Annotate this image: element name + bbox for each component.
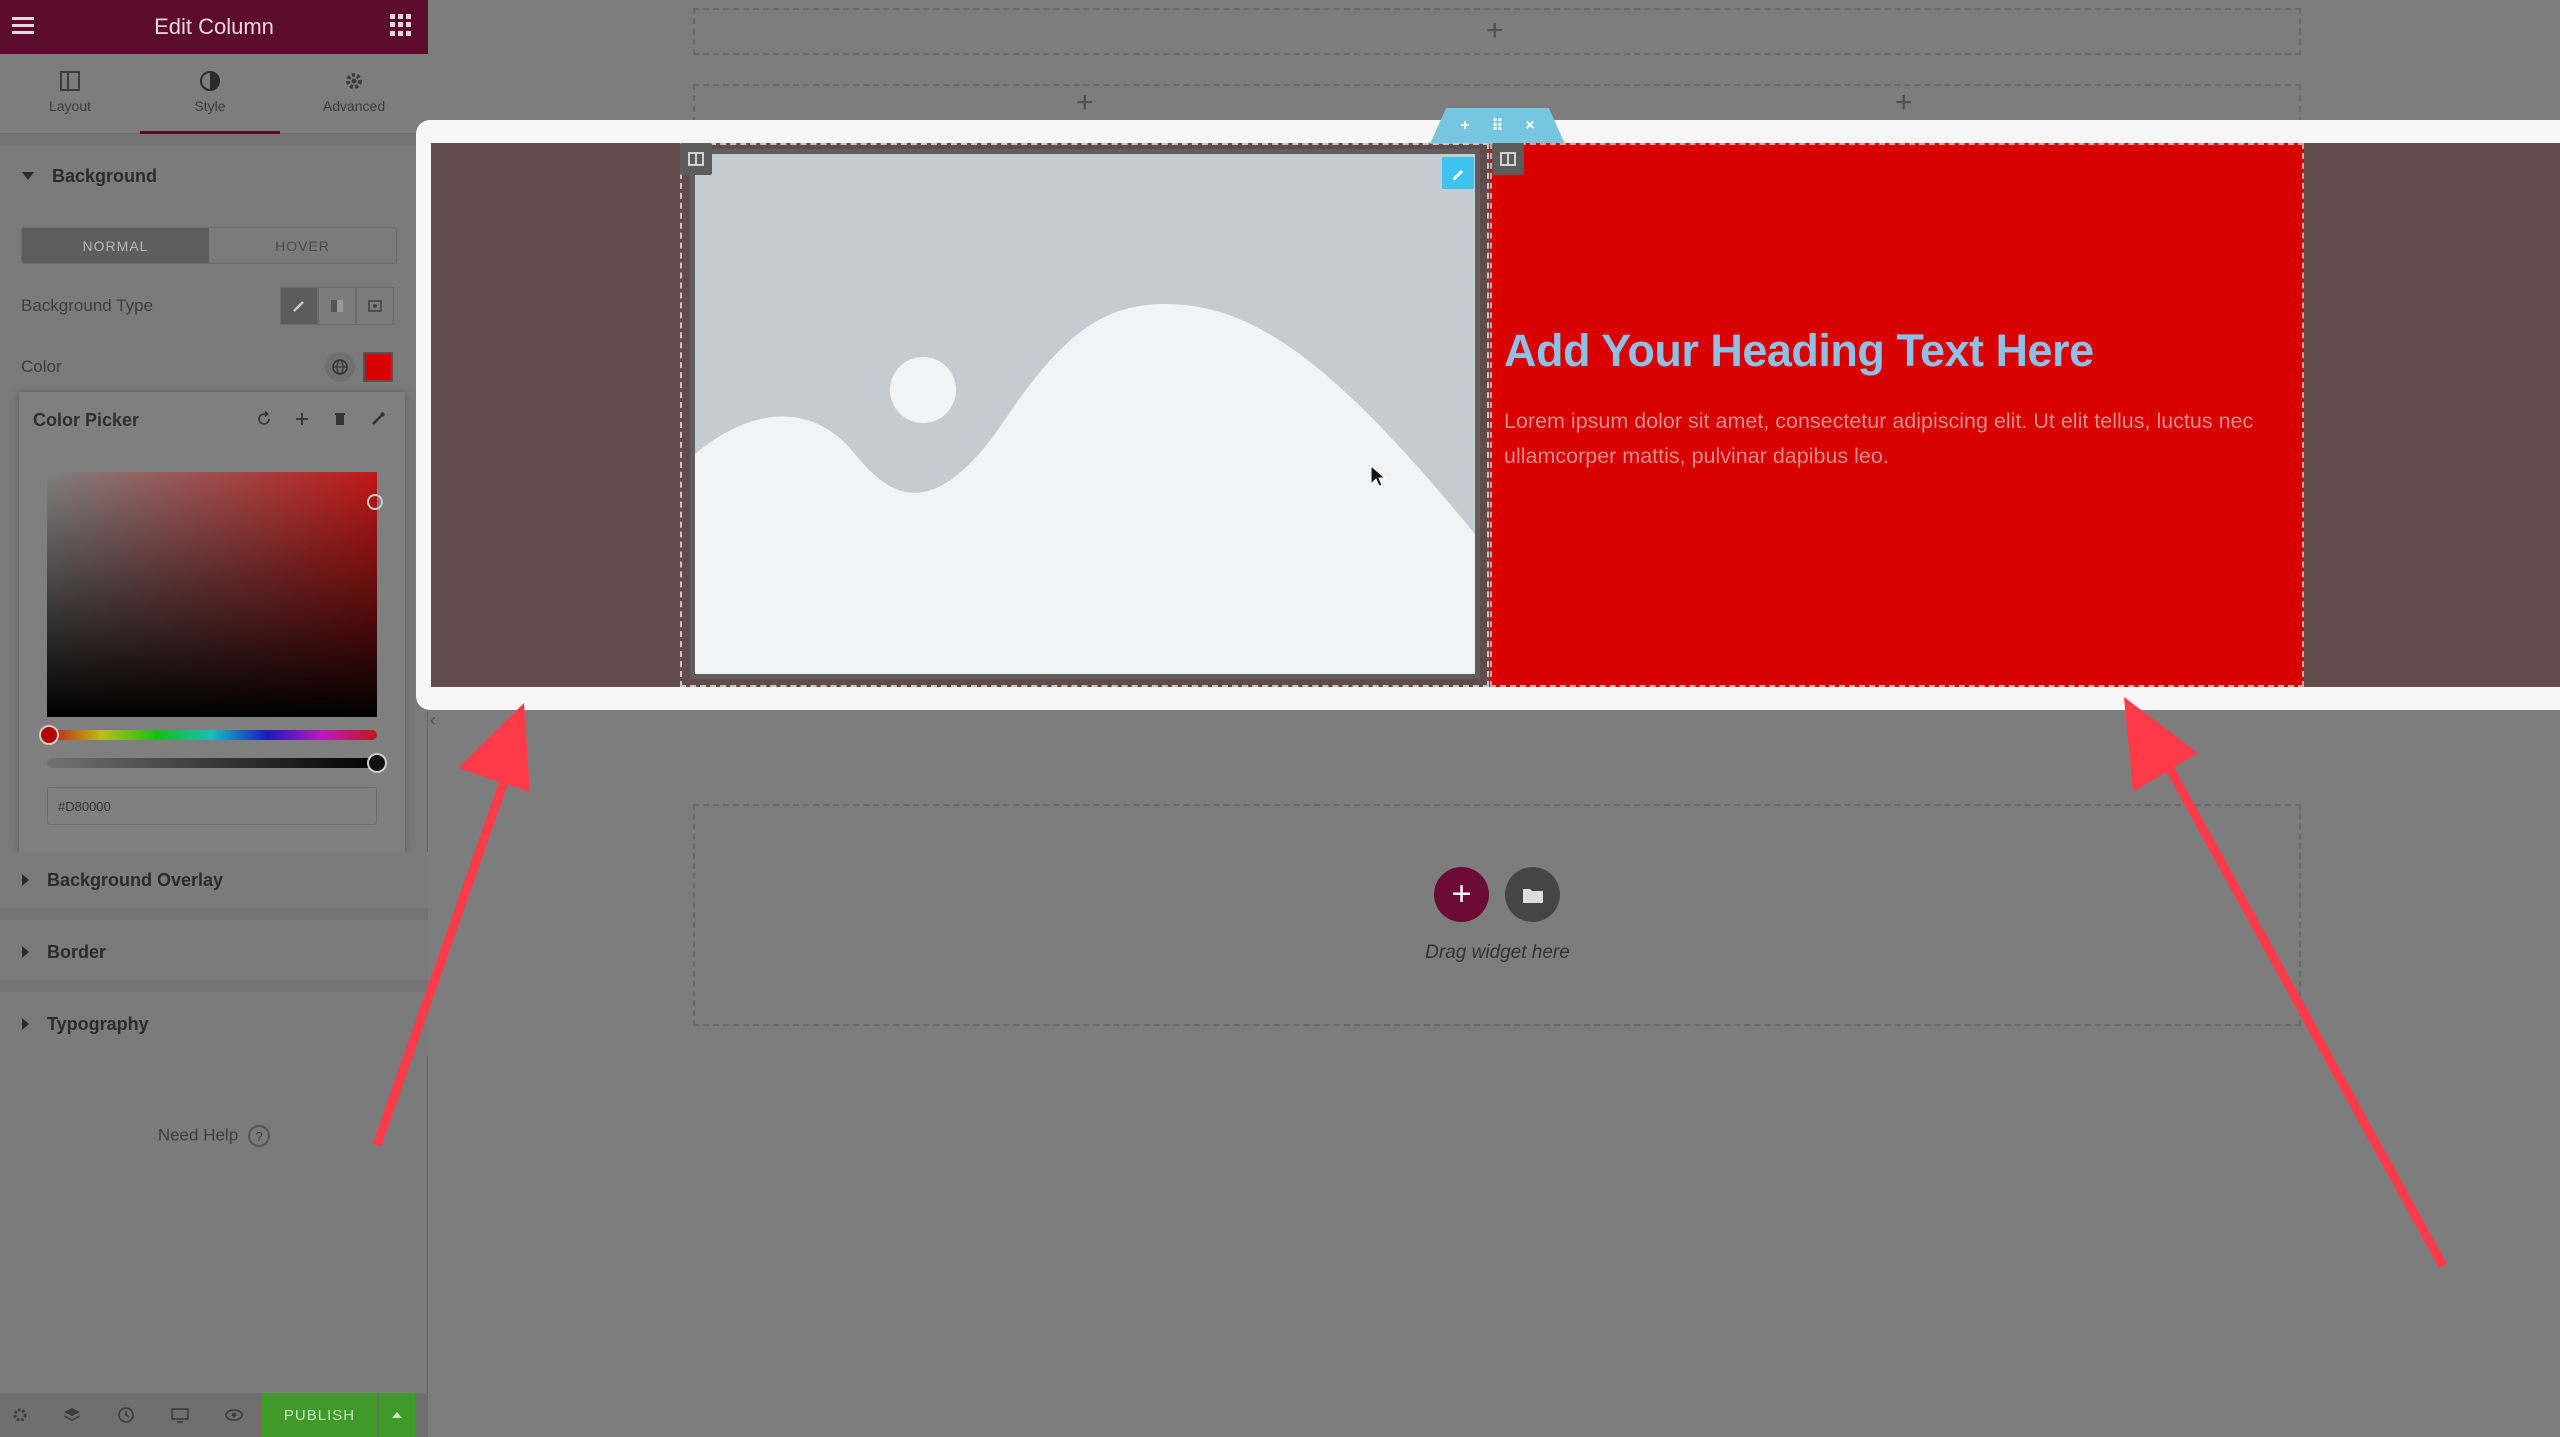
column-handle-right[interactable] [1492, 143, 1524, 175]
image-placeholder[interactable] [690, 149, 1480, 679]
heading-widget[interactable]: Add Your Heading Text Here [1504, 325, 2094, 377]
panel-title: Edit Column [154, 14, 274, 39]
column-icon [1500, 152, 1516, 166]
hue-slider-handle[interactable] [39, 725, 59, 745]
folder-icon [1522, 888, 1543, 903]
typography-section-toggle[interactable]: Typography [0, 992, 428, 1056]
state-tab-normal[interactable]: NORMAL [22, 228, 209, 263]
color-label: Color [21, 357, 62, 376]
layers-icon[interactable] [62, 1405, 82, 1425]
editor-panel: Edit Column Layout Style Advanced Backgr… [0, 0, 428, 1437]
hex-color-input[interactable] [47, 787, 377, 825]
background-overlay-title: Background Overlay [47, 869, 224, 890]
background-type-choices [280, 287, 394, 325]
caret-down-icon [22, 172, 34, 180]
publish-options-button[interactable] [379, 1393, 415, 1437]
tab-advanced-label: Advanced [322, 98, 386, 114]
widgets-grid-icon[interactable] [390, 14, 412, 36]
state-tabs: NORMAL HOVER [21, 227, 397, 264]
border-section-toggle[interactable]: Border [0, 920, 428, 984]
trash-icon[interactable] [327, 406, 353, 432]
gradient-icon [331, 300, 343, 312]
tab-layout-label: Layout [48, 98, 92, 114]
saturation-handle[interactable] [367, 494, 383, 510]
section-divider [0, 134, 428, 146]
classic-brush-button[interactable] [280, 287, 318, 325]
background-section-toggle[interactable]: Background [0, 146, 428, 206]
color-picker-title: Color Picker [33, 410, 140, 430]
caret-right-icon [22, 874, 29, 886]
gradient-button[interactable] [318, 287, 356, 325]
mouse-cursor-icon [1370, 465, 1386, 487]
background-type-label: Background Type [21, 296, 153, 315]
image-placeholder-icon [695, 154, 1475, 674]
typography-section-title: Typography [47, 1013, 149, 1034]
tab-layout[interactable]: Layout [0, 54, 140, 134]
caret-right-icon [22, 946, 29, 958]
edit-pencil-icon[interactable] [1442, 157, 1474, 189]
responsive-mode-icon[interactable] [170, 1405, 190, 1425]
brush-icon [293, 301, 304, 312]
caret-right-icon [22, 1018, 29, 1030]
close-icon[interactable]: × [1525, 117, 1534, 135]
preview-eye-icon[interactable] [224, 1405, 244, 1425]
add-widget-plus-icon[interactable]: + [1076, 88, 1094, 118]
section-handle[interactable]: + ⠿ × [1430, 108, 1565, 144]
add-section-icon[interactable]: + [1460, 117, 1469, 135]
drag-widget-hint: Drag widget here [1425, 942, 1570, 963]
need-help-label: Need Help [157, 1125, 239, 1145]
eyedropper-icon[interactable] [365, 406, 391, 432]
panel-tabs: Layout Style Advanced [0, 54, 428, 134]
globe-icon [332, 359, 348, 375]
add-section-plus-icon[interactable]: + [1486, 16, 1504, 46]
video-button[interactable] [356, 287, 394, 325]
settings-icon[interactable] [10, 1405, 30, 1425]
tab-style[interactable]: Style [140, 54, 280, 134]
opacity-slider[interactable] [47, 758, 377, 768]
color-swatch[interactable] [363, 352, 393, 382]
layout-icon [60, 71, 80, 91]
color-picker-tools [251, 406, 391, 432]
section-divider [0, 980, 428, 992]
add-widget-plus-icon[interactable]: + [1895, 88, 1913, 118]
saturation-value-area[interactable] [47, 472, 383, 717]
tab-style-label: Style [194, 98, 226, 114]
border-section-title: Border [47, 941, 107, 962]
collapse-panel-icon[interactable]: ‹ [430, 710, 444, 740]
tab-advanced[interactable]: Advanced [284, 54, 424, 134]
state-tab-hover[interactable]: HOVER [209, 228, 396, 263]
add-color-icon[interactable] [289, 406, 315, 432]
add-template-button[interactable] [1505, 867, 1560, 922]
empty-drop-zone[interactable] [693, 804, 2301, 1026]
opacity-slider-handle[interactable] [367, 753, 387, 773]
column-handle-left[interactable] [680, 143, 712, 175]
publish-button[interactable]: PUBLISH [262, 1393, 377, 1437]
panel-header: Edit Column [0, 0, 428, 54]
history-icon[interactable] [116, 1405, 136, 1425]
add-new-section-button[interactable]: + [1434, 867, 1489, 922]
style-icon [200, 71, 220, 91]
video-icon [368, 300, 382, 312]
gear-icon [346, 73, 362, 89]
need-help-link[interactable]: Need Help? [0, 1125, 428, 1147]
drag-handle-icon[interactable]: ⠿ [1492, 116, 1504, 136]
panel-footer: PUBLISH [0, 1393, 428, 1437]
background-overlay-section-toggle[interactable]: Background Overlay [0, 852, 428, 908]
help-circle-icon: ? [248, 1125, 271, 1147]
text-editor-widget[interactable]: Lorem ipsum dolor sit amet, consectetur … [1504, 404, 2284, 474]
background-section-title: Background [52, 165, 158, 186]
caret-up-icon [392, 1412, 402, 1418]
column-icon [688, 152, 704, 166]
global-colors-icon[interactable] [325, 352, 355, 382]
hue-slider[interactable] [47, 730, 377, 740]
reset-icon[interactable] [251, 406, 277, 432]
color-picker-popup: Color Picker [19, 392, 405, 852]
section-divider [0, 908, 428, 920]
hamburger-menu-icon[interactable] [8, 11, 38, 41]
